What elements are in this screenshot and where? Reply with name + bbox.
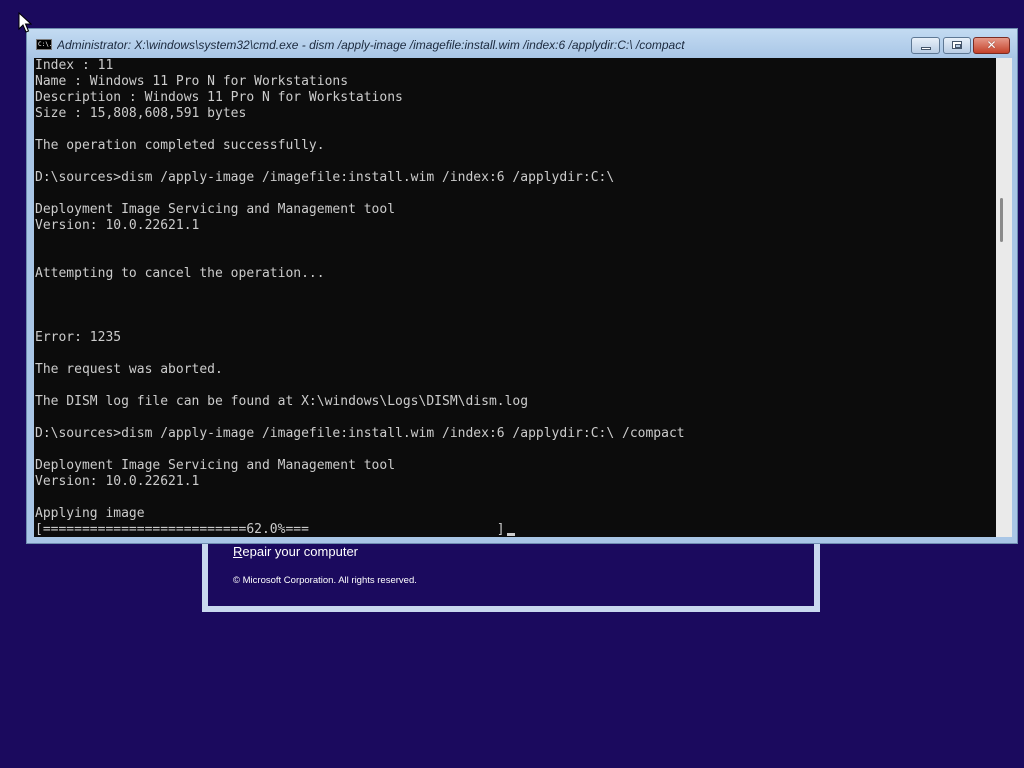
console-output[interactable]: Index : 11 Name : Windows 11 Pro N for Wo… (34, 58, 996, 537)
console-text: Index : 11 Name : Windows 11 Pro N for Wo… (34, 58, 996, 537)
console-line: Size : 15,808,608,591 bytes (35, 106, 247, 121)
console-line: Name : Windows 11 Pro N for Workstations (35, 74, 349, 89)
console-line: Attempting to cancel the operation... (35, 266, 325, 281)
title-bar[interactable]: C:\. Administrator: X:\windows\system32\… (27, 29, 1017, 58)
minimize-button[interactable] (911, 37, 940, 54)
console-line: The operation completed successfully. (35, 138, 325, 153)
restore-icon (952, 41, 962, 49)
console-line: Version: 10.0.22621.1 (35, 218, 200, 233)
console-line: Deployment Image Servicing and Managemen… (35, 458, 396, 473)
progress-bar-text: [==========================62.0%=== ] (35, 522, 505, 537)
progress-line: [==========================62.0%=== ] (35, 522, 996, 537)
mouse-pointer-icon (18, 12, 32, 33)
console-lines: Index : 11 Name : Windows 11 Pro N for Wo… (35, 58, 996, 522)
console-line: The request was aborted. (35, 362, 223, 377)
console-line: The DISM log file can be found at X:\win… (35, 394, 529, 409)
console-line: Deployment Image Servicing and Managemen… (35, 202, 396, 217)
window-title: Administrator: X:\windows\system32\cmd.e… (57, 38, 685, 52)
text-cursor (506, 533, 515, 536)
console-line: Version: 10.0.22621.1 (35, 474, 200, 489)
repair-link-label: epair your computer (242, 544, 359, 559)
minimize-icon (921, 47, 931, 50)
console-line: D:\sources>dism /apply-image /imagefile:… (35, 170, 615, 185)
scrollbar-thumb[interactable] (1000, 198, 1003, 242)
maximize-button[interactable] (943, 37, 971, 54)
console-line: Index : 11 (35, 58, 114, 73)
close-button[interactable]: ✕ (973, 37, 1010, 54)
repair-link-access-key: R (233, 544, 243, 559)
console-line: D:\sources>dism /apply-image /imagefile:… (35, 426, 685, 441)
console-line: Applying image (35, 506, 145, 521)
console-line: Description : Windows 11 Pro N for Works… (35, 90, 403, 105)
close-icon: ✕ (986, 38, 997, 52)
vertical-scrollbar[interactable] (996, 58, 1012, 537)
copyright-text: © Microsoft Corporation. All rights rese… (233, 575, 417, 586)
repair-your-computer-link[interactable]: Repair your computer (233, 544, 358, 559)
cmd-icon[interactable]: C:\. (36, 39, 52, 50)
console-line: Error: 1235 (35, 330, 122, 345)
cmd-window[interactable]: C:\. Administrator: X:\windows\system32\… (26, 28, 1018, 544)
